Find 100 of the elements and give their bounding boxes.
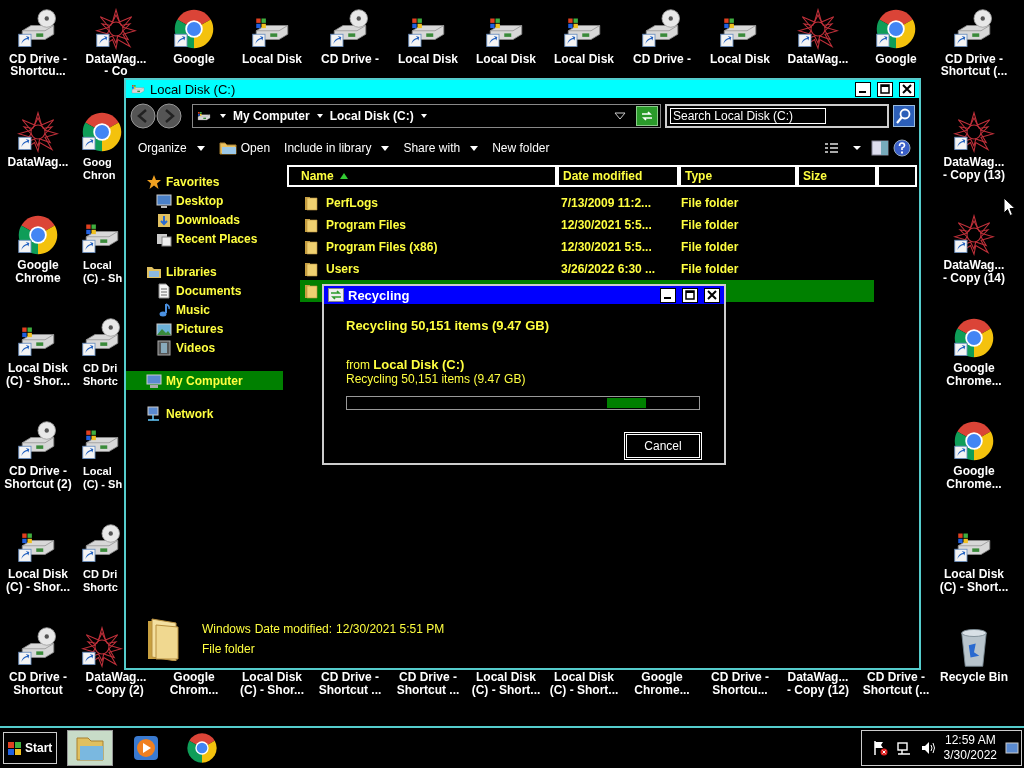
volume-icon[interactable]	[919, 740, 936, 756]
nav-item[interactable]: Pictures	[126, 319, 283, 338]
star-pattern-icon[interactable]	[95, 8, 137, 50]
file-row[interactable]: PerfLogs 7/13/2009 11:2... File folder	[300, 192, 874, 214]
desktop-icon-label[interactable]: Local Disk (C) - Shor...	[6, 568, 70, 594]
nav-item[interactable]: Videos	[126, 338, 283, 357]
column-header[interactable]: Date modified	[557, 165, 679, 187]
file-row[interactable]: Program Files 12/30/2021 5:5... File folder	[300, 214, 874, 236]
help-button[interactable]	[893, 139, 911, 157]
disc-drive-icon[interactable]	[17, 626, 59, 668]
browser-icon[interactable]	[953, 317, 995, 359]
desktop-icon-label[interactable]: DataWag...	[787, 53, 849, 65]
star-pattern-icon[interactable]	[953, 214, 995, 256]
disc-drive-icon[interactable]	[81, 317, 123, 359]
toolbar-button[interactable]: New folder	[488, 139, 556, 157]
browser-icon[interactable]	[81, 111, 123, 153]
desktop-icon-label[interactable]: Google Chrome...	[634, 671, 690, 697]
nav-item[interactable]: Libraries	[126, 262, 283, 281]
disc-drive-icon[interactable]	[17, 420, 59, 462]
desktop-icon-label[interactable]: Local Disk	[554, 53, 614, 65]
disc-drive-icon[interactable]	[953, 8, 995, 50]
browser-icon[interactable]	[953, 420, 995, 462]
disc-drive-icon[interactable]	[17, 8, 59, 50]
desktop-icon-label[interactable]: CD Drive - Shortcut (...	[940, 53, 1008, 77]
desktop-icon-label[interactable]: CD Dri Shortc	[77, 568, 118, 594]
desktop-icon-label[interactable]: DataWag... - Copy (13)	[943, 156, 1005, 182]
desktop-icon-label[interactable]: Local Disk (C) - Shor...	[240, 671, 304, 697]
desktop-icon-label[interactable]: CD Drive - Shortcu...	[9, 53, 67, 77]
disc-drive-icon[interactable]	[81, 523, 123, 565]
chevron-icon[interactable]	[219, 112, 227, 120]
nav-item[interactable]: Music	[126, 300, 283, 319]
forward-button[interactable]	[156, 103, 182, 129]
desktop-icon-label[interactable]: Goog Chron	[77, 156, 116, 182]
desktop-icon-label[interactable]: Local (C) - Sh	[77, 465, 123, 491]
minimize-button[interactable]	[855, 81, 871, 97]
desktop-icon-label[interactable]: Google Chrome	[15, 259, 61, 285]
nav-item[interactable]: Favorites	[126, 172, 283, 191]
desktop-icon-label[interactable]: Local Disk	[710, 53, 770, 65]
clock-time[interactable]: 12:59 AM	[943, 733, 997, 748]
desktop-icon-label[interactable]: CD Drive - Shortcut ...	[318, 671, 382, 697]
preview-pane-button[interactable]	[871, 140, 889, 156]
nav-item[interactable]: Downloads	[126, 210, 283, 229]
desktop-icon-label[interactable]: DataWag...	[7, 156, 69, 169]
nav-item[interactable]: Documents	[126, 281, 283, 300]
toolbar-button[interactable]: Open	[214, 139, 277, 157]
search-button[interactable]	[893, 105, 915, 127]
start-button[interactable]: Start	[3, 732, 58, 764]
nav-item[interactable]: My Computer	[126, 371, 283, 390]
desktop-icon-label[interactable]: Google Chrome...	[946, 362, 1002, 388]
disc-drive-icon[interactable]	[329, 8, 371, 50]
desktop-icon-label[interactable]: CD Dri Shortc	[77, 362, 118, 388]
browser-icon[interactable]	[875, 8, 917, 50]
browser-icon[interactable]	[17, 214, 59, 256]
desktop-icon-label[interactable]: CD Drive - Shortcut (2)	[4, 465, 72, 491]
desktop-icon-label[interactable]: DataWag... - Copy (14)	[943, 259, 1005, 285]
toolbar-button[interactable]: Include in library	[280, 139, 396, 157]
star-pattern-icon[interactable]	[953, 111, 995, 153]
desktop-icon-label[interactable]: CD Drive - Shortcut	[9, 671, 67, 697]
nav-item[interactable]: Network	[126, 404, 283, 423]
flag-icon[interactable]	[871, 740, 888, 756]
desktop-icon-label[interactable]: Local Disk (C) - Short...	[939, 568, 1009, 594]
taskbar-button[interactable]	[67, 730, 114, 766]
desktop-icon-label[interactable]: DataWag... - Co	[85, 53, 147, 77]
clock-date[interactable]: 3/30/2022	[943, 748, 997, 763]
chevron-icon[interactable]	[315, 112, 324, 120]
file-row[interactable]: Program Files (x86) 12/30/2021 5:5... File folder	[300, 236, 874, 258]
maximize-button[interactable]	[682, 287, 698, 303]
desktop-icon-label[interactable]: Recycle Bin	[939, 671, 1008, 684]
column-header[interactable]: Type	[679, 165, 797, 187]
file-row[interactable]: Users 3/26/2022 6:30 ... File folder	[300, 258, 874, 280]
star-pattern-icon[interactable]	[797, 8, 839, 50]
desktop-icon-label[interactable]: Local Disk	[476, 53, 536, 65]
network-icon[interactable]	[895, 740, 912, 756]
search-field[interactable]: Search Local Disk (C:)	[665, 104, 889, 128]
breadcrumb[interactable]: My Computer	[233, 109, 310, 123]
browser-icon[interactable]	[173, 8, 215, 50]
desktop-icon-label[interactable]: Local (C) - Sh	[77, 259, 123, 285]
dropdown-icon[interactable]	[614, 112, 626, 120]
desktop-icon-label[interactable]: Google	[875, 53, 917, 65]
desktop-icon-label[interactable]: CD Drive - Shortcu...	[711, 671, 769, 697]
desktop-icon-label[interactable]: Google Chrom...	[169, 671, 219, 697]
minimize-button[interactable]	[660, 287, 676, 303]
maximize-button[interactable]	[877, 81, 893, 97]
nav-item[interactable]: Recent Places	[126, 229, 283, 248]
star-pattern-icon[interactable]	[81, 626, 123, 668]
desktop-icon-label[interactable]: CD Drive -	[633, 53, 691, 65]
breadcrumb[interactable]: Local Disk (C:)	[329, 109, 414, 123]
desktop-icon-label[interactable]: CD Drive - Shortcut (...	[862, 671, 930, 697]
desktop-icon-label[interactable]: Local Disk (C) - Short...	[471, 671, 541, 697]
desktop-icon-label[interactable]: Local Disk	[398, 53, 458, 65]
desktop-icon-label[interactable]: DataWag... - Copy (2)	[85, 671, 147, 697]
disc-drive-icon[interactable]	[641, 8, 683, 50]
back-button[interactable]	[130, 103, 156, 129]
refresh-button[interactable]	[636, 106, 658, 126]
nav-item[interactable]: Desktop	[126, 191, 283, 210]
column-header[interactable]: Size	[797, 165, 877, 187]
close-button[interactable]	[899, 81, 915, 97]
desktop-icon-label[interactable]: Local Disk	[242, 53, 302, 65]
address-bar[interactable]: My Computer Local Disk (C:)	[192, 104, 661, 128]
chevron-icon[interactable]	[419, 112, 428, 120]
